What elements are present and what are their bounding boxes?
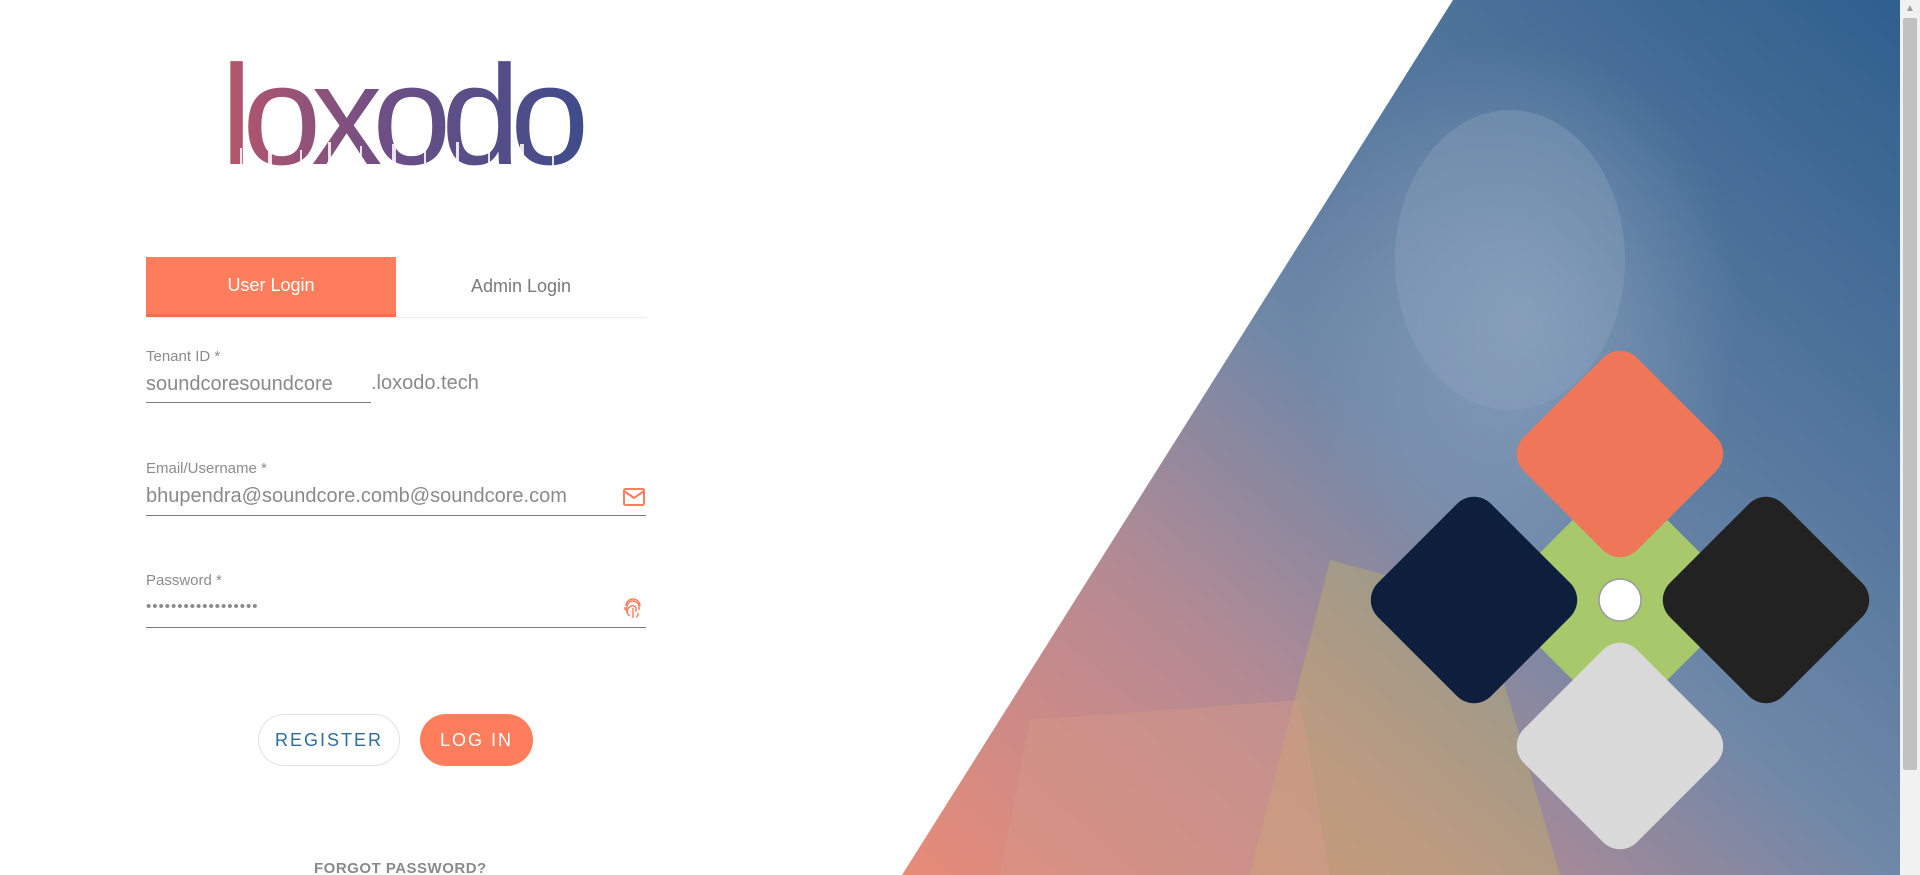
- scroll-up-arrow-icon[interactable]: ▲: [1903, 2, 1917, 16]
- scrollbar-thumb[interactable]: [1903, 18, 1917, 770]
- tenant-domain-suffix: .loxodo.tech: [371, 372, 479, 394]
- login-page: loxodo User Login Admin Login Tenant ID …: [0, 0, 1920, 875]
- tenant-id-input[interactable]: soundcoresoundcore: [146, 373, 371, 396]
- email-label: Email/Username *: [146, 460, 267, 477]
- tile-navy: [1370, 496, 1578, 704]
- brand-logo: loxodo: [221, 56, 590, 176]
- tab-user-login[interactable]: User Login: [146, 257, 396, 317]
- email-underline: [146, 515, 646, 516]
- logo-text: loxodo: [221, 56, 584, 176]
- tenant-id-label: Tenant ID *: [146, 348, 221, 365]
- login-tabs: User Login Admin Login: [146, 257, 646, 318]
- tab-admin-login[interactable]: Admin Login: [396, 257, 646, 315]
- password-label: Password *: [146, 572, 222, 589]
- mail-icon: [623, 488, 645, 506]
- tenant-id-underline: [146, 402, 371, 403]
- register-button[interactable]: REGISTER: [258, 714, 400, 766]
- password-input[interactable]: ••••••••••••••••••: [146, 598, 259, 615]
- forgot-password-link[interactable]: FORGOT PASSWORD?: [314, 860, 487, 875]
- fingerprint-icon[interactable]: [622, 597, 644, 621]
- password-underline: [146, 627, 646, 628]
- login-button[interactable]: LOG IN: [420, 714, 533, 766]
- tile-emblem: [1370, 350, 1870, 850]
- tile-grey: [1516, 642, 1724, 850]
- tile-center-dot: [1598, 578, 1642, 622]
- tile-black: [1662, 496, 1870, 704]
- email-input[interactable]: bhupendra@soundcore.comb@soundcore.com: [146, 485, 567, 508]
- tile-orange: [1516, 350, 1724, 558]
